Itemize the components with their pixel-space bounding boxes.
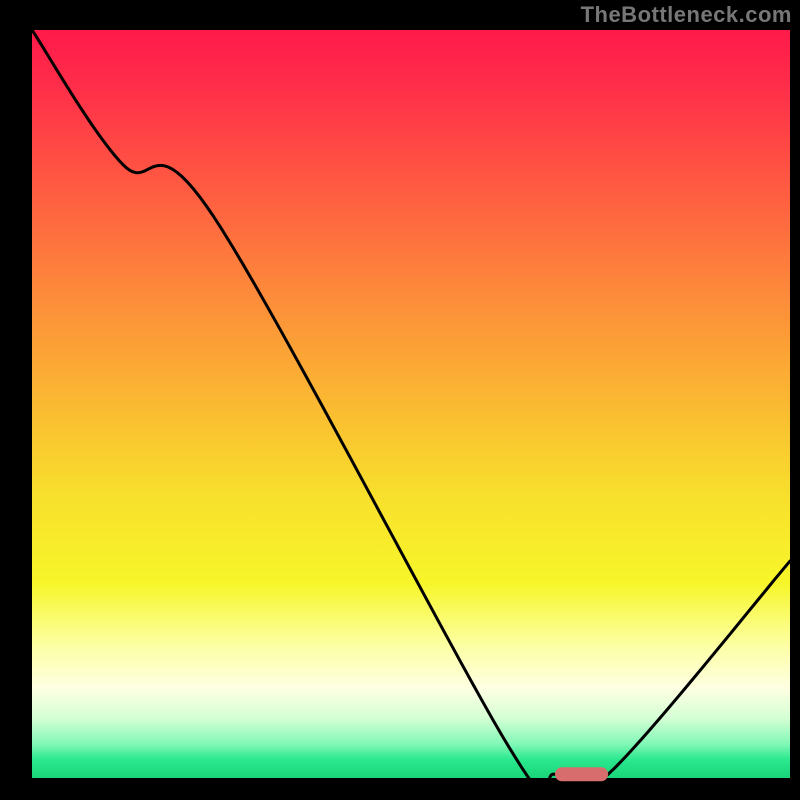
plot-background bbox=[32, 30, 790, 778]
optimal-marker bbox=[555, 767, 608, 781]
chart-container: TheBottleneck.com bbox=[0, 0, 800, 800]
watermark-text: TheBottleneck.com bbox=[581, 2, 792, 28]
chart-svg bbox=[0, 0, 800, 800]
